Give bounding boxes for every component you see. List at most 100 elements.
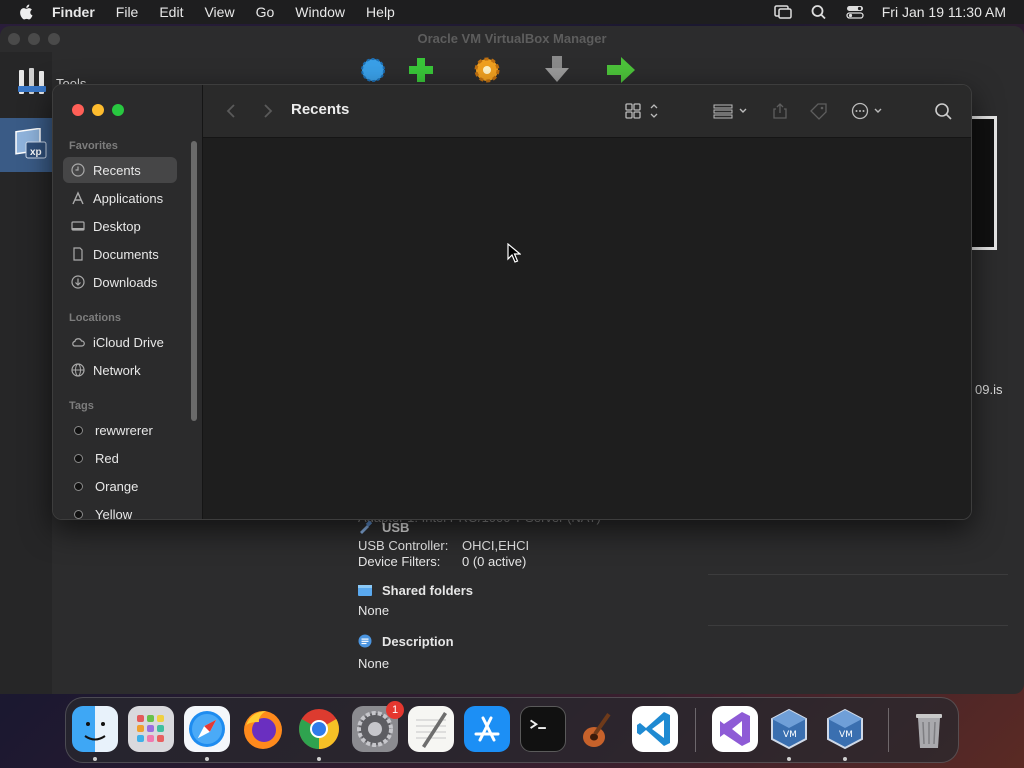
description-section-title[interactable]: Description [358, 630, 1024, 652]
applications-icon [72, 191, 84, 205]
sidebar-item-label: Red [95, 450, 119, 466]
menu-help[interactable]: Help [366, 4, 395, 20]
vm-list-item[interactable]: xp [0, 118, 52, 172]
inactive-zoom-button[interactable] [48, 33, 60, 45]
back-chevron-icon[interactable] [223, 102, 241, 120]
launchpad-app-icon[interactable] [128, 706, 174, 752]
textedit-app-icon[interactable] [408, 706, 454, 752]
finder-app-icon[interactable] [72, 706, 118, 752]
menu-edit[interactable]: Edit [159, 4, 183, 20]
sidebar-item-network[interactable]: Network [63, 357, 177, 383]
menu-go[interactable]: Go [256, 4, 275, 20]
preferences-icon[interactable] [355, 54, 391, 86]
start-arrow-icon[interactable] [603, 54, 639, 86]
minimize-button[interactable] [92, 104, 104, 116]
sidebar-tag-orange[interactable]: Orange [63, 473, 177, 499]
zoom-button[interactable] [112, 104, 124, 116]
sidebar-item-recents[interactable]: Recents [63, 157, 177, 183]
clock-icon [71, 163, 85, 177]
sidebar-item-applications[interactable]: Applications [63, 185, 177, 211]
sidebar-item-downloads[interactable]: Downloads [63, 269, 177, 295]
usb-title: USB [382, 519, 410, 535]
screen-mirroring-icon[interactable] [774, 4, 792, 20]
new-vm-icon[interactable] [403, 54, 439, 86]
group-button[interactable] [713, 100, 751, 122]
usb-controller-row: USB Controller: OHCI,EHCI [358, 538, 1024, 554]
menu-finder[interactable]: Finder [52, 4, 95, 20]
control-center-icon[interactable] [846, 4, 864, 20]
sidebar-scrollbar[interactable] [191, 141, 197, 421]
search-button[interactable] [934, 100, 954, 122]
svg-text:VM: VM [783, 730, 797, 740]
action-menu-button[interactable] [851, 100, 887, 122]
vscode-app-icon[interactable] [632, 706, 678, 752]
sidebar-tag-rewwrerer[interactable]: rewwrerer [63, 417, 177, 443]
search-icon [935, 103, 952, 120]
clock[interactable]: Fri Jan 19 11:30 AM [882, 4, 1006, 20]
virtualbox-vm-app-icon[interactable]: VM [822, 706, 868, 752]
tools-icon[interactable] [16, 66, 48, 98]
sidebar-tag-red[interactable]: Red [63, 445, 177, 471]
visual-studio-app-icon[interactable] [712, 706, 758, 752]
terminal-app-icon[interactable] [520, 706, 566, 752]
window-controls [8, 33, 60, 45]
tag-dot-icon [74, 509, 83, 519]
inactive-minimize-button[interactable] [28, 33, 40, 45]
spotlight-search-icon[interactable] [810, 4, 828, 20]
finder-window-controls [72, 104, 124, 116]
sidebar-item-documents[interactable]: Documents [63, 241, 177, 267]
dock: 1 VM VM [65, 697, 959, 763]
finder-content-area[interactable] [203, 138, 971, 519]
window-title: Recents [291, 101, 350, 118]
sidebar-item-label: Desktop [93, 218, 141, 234]
discard-arrow-icon[interactable] [539, 54, 575, 86]
menu-file[interactable]: File [116, 4, 139, 20]
chrome-running-indicator [317, 757, 321, 761]
app-store-app-icon[interactable] [464, 706, 510, 752]
speech-bubble-icon [358, 634, 372, 648]
usb-controller-key: USB Controller: [358, 538, 449, 553]
device-filters-row: Device Filters: 0 (0 active) [358, 554, 1024, 570]
firefox-app-icon[interactable] [240, 706, 286, 752]
tag-dot-icon [74, 425, 83, 435]
close-button[interactable] [72, 104, 84, 116]
view-mode-button[interactable] [625, 100, 661, 122]
sidebar-item-label: Orange [95, 478, 139, 494]
garageband-app-icon[interactable] [576, 706, 622, 752]
description-value-row: None [358, 656, 1024, 672]
tag-icon [810, 103, 827, 120]
finder-sidebar: Favorites Recents Applications Desktop D… [53, 85, 203, 519]
settings-gear-icon[interactable] [469, 54, 505, 86]
usb-icon [360, 520, 372, 534]
virtualbox-vm-running-indicator [843, 757, 847, 761]
sidebar-item-label: Documents [93, 246, 159, 262]
share-button[interactable] [771, 100, 789, 122]
trash-app-icon[interactable] [906, 706, 952, 752]
safari-app-icon[interactable] [184, 706, 230, 752]
apple-icon[interactable] [18, 3, 36, 21]
ellipsis-circle-icon [851, 102, 882, 120]
shared-folders-section-title[interactable]: Shared folders [358, 579, 1024, 601]
chrome-app-icon[interactable] [296, 706, 342, 752]
sidebar-item-desktop[interactable]: Desktop [63, 213, 177, 239]
sidebar-item-label: Downloads [93, 274, 158, 290]
tag-dot-icon [74, 481, 83, 491]
description-value: None [358, 656, 390, 671]
virtualbox-title: Oracle VM VirtualBox Manager [417, 31, 607, 46]
folder-icon [358, 585, 372, 596]
inactive-close-button[interactable] [8, 33, 20, 45]
shared-folders-value: None [358, 603, 390, 618]
device-filters-key: Device Filters: [358, 554, 441, 569]
sidebar-item-label: Applications [93, 190, 164, 206]
menu-window[interactable]: Window [295, 4, 345, 20]
tags-label: Tags [69, 400, 94, 412]
tag-button[interactable] [809, 100, 829, 122]
globe-icon [71, 363, 85, 377]
sidebar-item-icloud-drive[interactable]: iCloud Drive [63, 329, 177, 355]
virtualbox-app-icon[interactable]: VM [766, 706, 812, 752]
menu-view[interactable]: View [204, 4, 234, 20]
vm-badge: xp [30, 147, 42, 158]
sidebar-tag-yellow[interactable]: Yellow [63, 501, 177, 519]
forward-chevron-icon[interactable] [258, 102, 276, 120]
vbox-toolbar [355, 54, 639, 86]
